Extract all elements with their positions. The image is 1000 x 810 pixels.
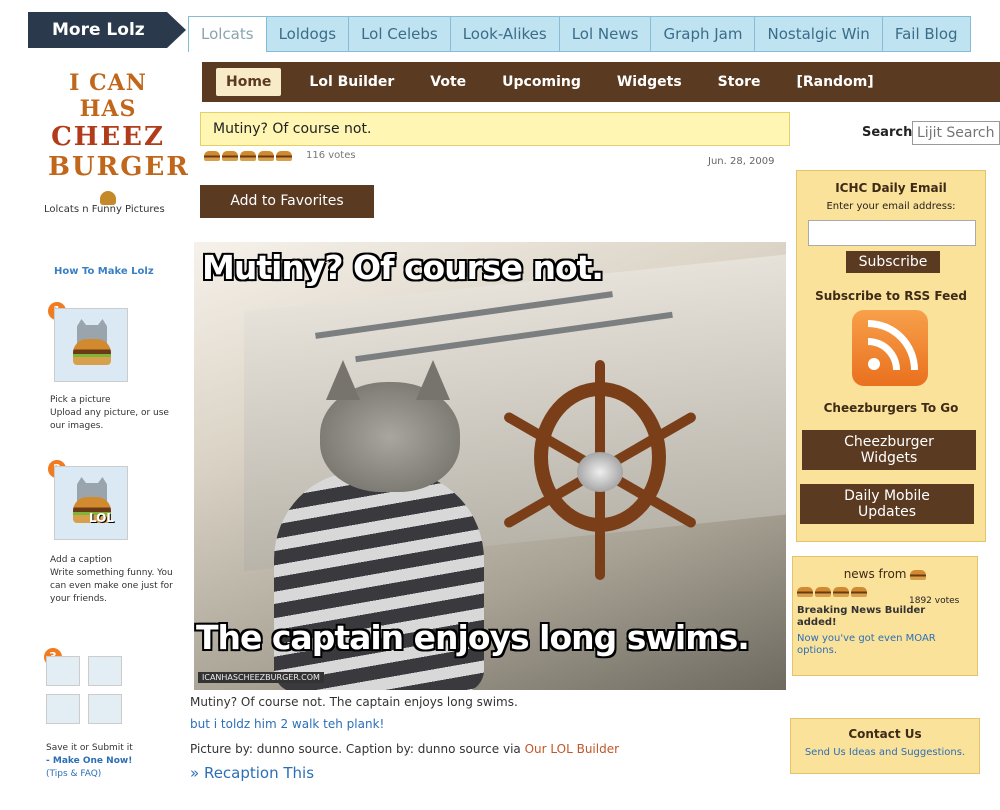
burger-rating-icon [833, 587, 849, 597]
burger-rating-icon[interactable] [258, 150, 274, 161]
email-box-title: ICHC Daily Email [835, 181, 947, 195]
step-3-thumb-b [88, 656, 122, 686]
top-bar: More Lolz Lolcats Loldogs Lol Celebs Loo… [0, 0, 1000, 60]
step-1-description: Upload any picture, or use our images. [50, 408, 169, 431]
to-go-title: Cheezburgers To Go [823, 401, 959, 415]
nav-lol-builder[interactable]: Lol Builder [291, 74, 412, 90]
burger-icon [73, 339, 111, 365]
contact-box: Contact Us Send Us Ideas and Suggestions… [790, 718, 980, 774]
tab-graph-jam[interactable]: Graph Jam [651, 16, 756, 52]
left-sidebar: I CAN HAS CHEEZ BURGER Lolcats n Funny P… [28, 52, 188, 810]
logo-line-1: I CAN HAS [69, 70, 147, 122]
image-watermark: ICANHASCHEEZBURGER.COM [198, 672, 324, 683]
rating-widget[interactable]: 116 votes [204, 150, 356, 161]
news-link[interactable]: Now you've got even MOAR options. [797, 633, 967, 657]
post-date: Jun. 28, 2009 [708, 156, 775, 167]
lolcat-image[interactable]: Mutiny? Of course not. The captain enjoy… [194, 242, 786, 690]
post-caption: Mutiny? Of course not. The captain enjoy… [190, 695, 518, 709]
burger-rating-icon[interactable] [276, 150, 292, 161]
cat-head [320, 360, 460, 492]
step-1-title: Pick a picture [50, 395, 111, 405]
lol-badge: LOL [89, 511, 115, 525]
step-2-description: Write something funny. You can even make… [50, 568, 173, 604]
step-2-thumbnail: LOL [54, 466, 128, 540]
rss-title: Subscribe to RSS Feed [815, 289, 967, 303]
lol-builder-link[interactable]: Our LOL Builder [525, 742, 619, 756]
recaption-link[interactable]: » Recaption This [190, 764, 314, 782]
striped-shirt [274, 472, 484, 690]
logo-line-3: BURGER [48, 152, 188, 212]
burger-rating-icon[interactable] [240, 150, 256, 161]
more-lolz-label[interactable]: More Lolz [28, 12, 186, 48]
tab-fail-blog[interactable]: Fail Blog [882, 16, 971, 52]
tab-lol-news[interactable]: Lol News [559, 16, 652, 52]
news-box: news from 1892 votes Breaking News Build… [792, 556, 978, 676]
contact-title: Contact Us [848, 727, 922, 741]
tab-loldogs[interactable]: Loldogs [266, 16, 350, 52]
step-1-text: Pick a picture Upload any picture, or us… [50, 394, 180, 433]
credit-text: Picture by: dunno source. Caption by: du… [190, 742, 521, 756]
add-to-favorites-button[interactable]: Add to Favorites [200, 185, 374, 218]
email-field[interactable] [808, 220, 976, 246]
burger-icon [910, 569, 927, 580]
news-title: news from [793, 567, 977, 581]
post-credit: Picture by: dunno source. Caption by: du… [190, 742, 619, 756]
meme-bottom-text: The captain enjoys long swims. [196, 618, 750, 657]
step-3-thumb-a [46, 656, 80, 686]
news-rating [797, 587, 867, 597]
how-to-link[interactable]: How To Make Lolz [54, 266, 154, 277]
logo-line-2: CHEEZ [51, 122, 165, 152]
step-2-title: Add a caption [50, 555, 113, 565]
post-title[interactable]: Mutiny? Of course not. [200, 112, 790, 146]
subscribe-button[interactable]: Subscribe [846, 251, 940, 273]
email-prompt: Enter your email address: [826, 201, 956, 212]
step-3-title: Save it or Submit it [46, 743, 133, 753]
news-headline[interactable]: Breaking News Builder added! [797, 605, 947, 629]
daily-mobile-updates-button[interactable]: Daily Mobile Updates [800, 484, 974, 524]
search-label: Search [862, 125, 913, 140]
step-2-text: Add a caption Write something funny. You… [50, 554, 180, 606]
tips-faq-link[interactable]: (Tips & FAQ) [46, 768, 176, 781]
nav-vote[interactable]: Vote [412, 74, 484, 90]
cheezburger-widgets-button[interactable]: Cheezburger Widgets [802, 430, 976, 470]
make-one-now-link[interactable]: - Make One Now! [46, 755, 176, 768]
tab-lol-celebs[interactable]: Lol Celebs [349, 16, 451, 52]
step-3-text: Save it or Submit it - Make One Now! (Ti… [46, 742, 176, 781]
burger-rating-icon [851, 587, 867, 597]
nav-upcoming[interactable]: Upcoming [484, 74, 599, 90]
vote-count: 116 votes [306, 150, 356, 161]
nav-home[interactable]: Home [216, 68, 282, 96]
rss-icon[interactable] [852, 310, 928, 386]
nav-random[interactable]: [Random] [778, 74, 891, 90]
nav-widgets[interactable]: Widgets [599, 74, 700, 90]
ship-wheel-hub [577, 452, 623, 492]
tab-nostalgic-win[interactable]: Nostalgic Win [755, 16, 883, 52]
burger-rating-icon[interactable] [222, 150, 238, 161]
meme-top-text: Mutiny? Of course not. [202, 248, 604, 287]
site-tagline: Lolcats n Funny Pictures [44, 204, 165, 215]
burger-rating-icon [815, 587, 831, 597]
cat-ear [326, 360, 360, 400]
tab-look-alikes[interactable]: Look-Alikes [450, 16, 560, 52]
step-1-thumbnail [54, 308, 128, 382]
burger-rating-icon [797, 587, 813, 597]
burger-icon [100, 191, 116, 205]
search-input[interactable] [912, 121, 1000, 145]
step-3-thumb-c [46, 694, 80, 724]
main-nav: Home Lol Builder Vote Upcoming Widgets S… [202, 62, 1000, 102]
nav-store[interactable]: Store [700, 74, 779, 90]
contact-link[interactable]: Send Us Ideas and Suggestions. [791, 747, 979, 758]
burger-rating-icon[interactable] [204, 150, 220, 161]
step-3-thumb-d [88, 694, 122, 724]
site-logo[interactable]: I CAN HAS CHEEZ BURGER [48, 70, 188, 212]
post-comment[interactable]: but i toldz him 2 walk teh plank! [190, 717, 384, 731]
site-tabs: Lolcats Loldogs Lol Celebs Look-Alikes L… [188, 16, 971, 52]
tab-lolcats[interactable]: Lolcats [188, 16, 267, 52]
